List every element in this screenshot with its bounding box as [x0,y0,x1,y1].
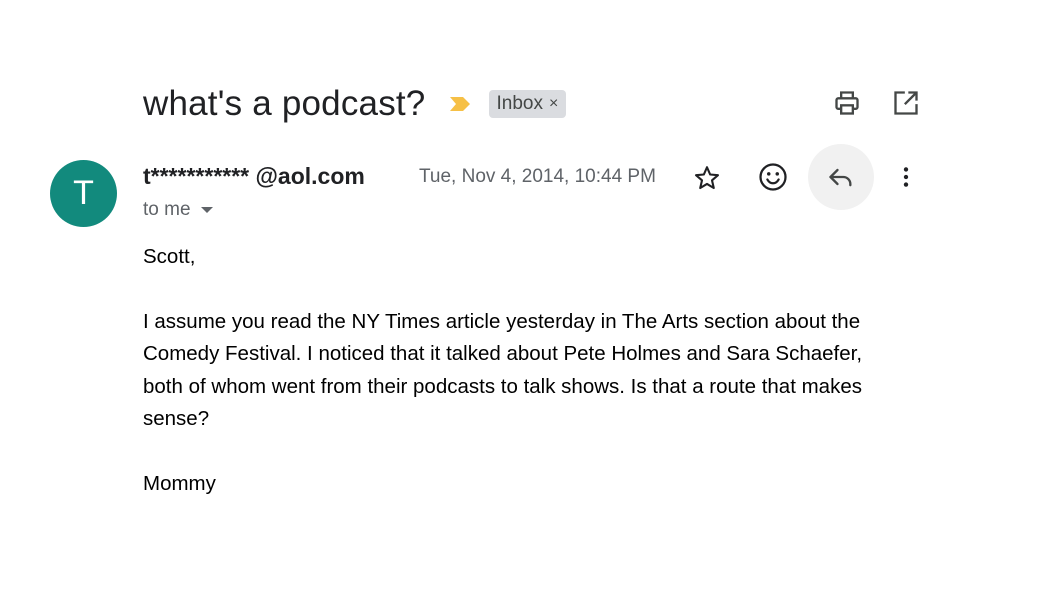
avatar-letter: T [73,174,94,212]
chevron-down-icon [200,207,213,213]
reply-icon [829,168,852,187]
body-paragraph: I assume you read the NY Times article y… [143,309,863,431]
more-vertical-icon [903,167,909,187]
sender-avatar[interactable]: T [50,160,117,227]
remove-label-button[interactable]: × [549,95,558,113]
email-view: what's a podcast? Inbox × T t***********… [0,0,1046,592]
open-in-new-window-button[interactable] [891,88,921,118]
emoji-reaction-icon [759,163,787,191]
label-chip-text: Inbox [496,93,543,114]
open-in-new-window-icon [894,91,918,115]
body-signature: Mommy [143,471,216,495]
add-reaction-button[interactable] [753,157,793,197]
recipient-details-toggle[interactable]: to me [143,199,213,221]
inbox-label-chip: Inbox × [489,90,567,118]
star-icon [694,166,720,190]
print-icon [835,91,859,115]
email-body: Scott, I assume you read the NY Times ar… [143,241,943,500]
sender-address[interactable]: t*********** @aol.com [143,163,365,190]
reply-button[interactable] [808,144,874,210]
star-button[interactable] [687,158,727,198]
recipient-text: to me [143,199,191,220]
body-greeting: Scott, [143,245,196,268]
email-subject: what's a podcast? [143,84,426,123]
more-options-button[interactable] [886,157,926,197]
email-date: Tue, Nov 4, 2014, 10:44 PM [419,166,656,187]
importance-marker-icon[interactable] [449,96,471,112]
print-all-button[interactable] [832,88,862,118]
subject-row: what's a podcast? Inbox × [143,80,567,128]
